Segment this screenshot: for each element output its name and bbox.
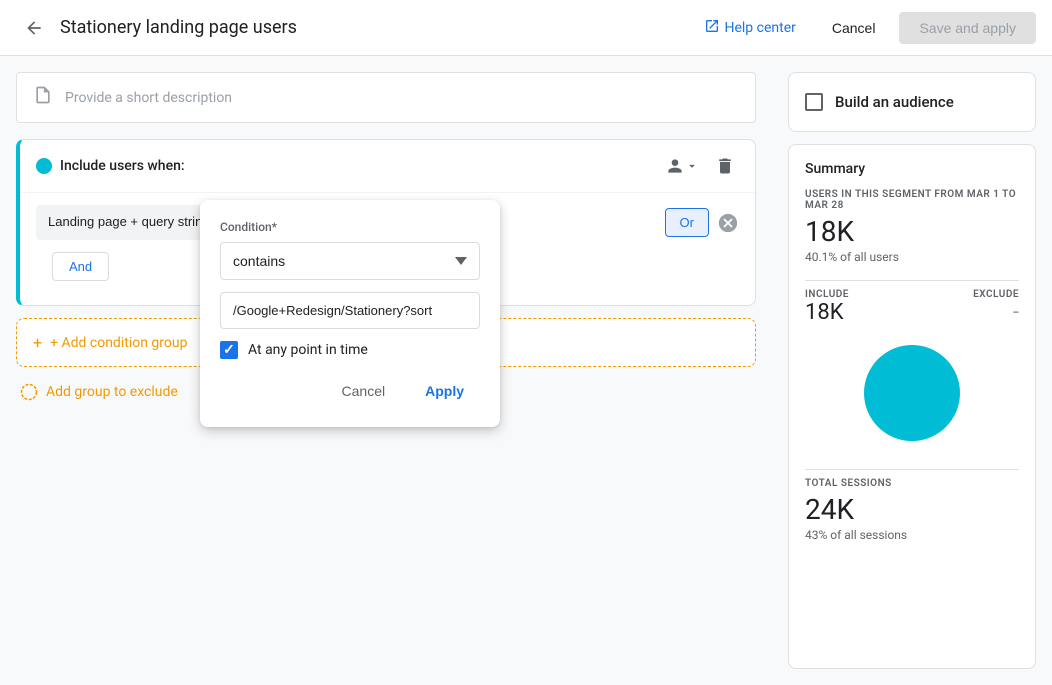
or-button[interactable]: Or — [665, 208, 709, 237]
any-time-row: ✓ At any point in time — [220, 341, 480, 359]
total-sessions-section: TOTAL SESSIONS 24K 43% of all sessions — [805, 478, 1019, 542]
build-audience-card: Build an audience — [788, 72, 1036, 132]
donut-chart — [805, 333, 1019, 453]
and-button[interactable]: And — [52, 252, 109, 281]
back-button[interactable] — [16, 10, 52, 46]
include-exclude-row: INCLUDE 18K EXCLUDE - — [805, 289, 1019, 325]
condition-popup-label: Condition* — [220, 220, 480, 234]
main-layout: Provide a short description Include user… — [0, 56, 1052, 685]
include-label: Include users when: — [36, 158, 185, 174]
condition-group-actions — [661, 152, 739, 180]
divider-1 — [805, 280, 1019, 281]
page-title: Stationery landing page users — [60, 17, 692, 38]
document-icon — [33, 85, 53, 110]
description-bar: Provide a short description — [16, 72, 756, 123]
header: Stationery landing page users Help cente… — [0, 0, 1052, 56]
plus-icon: + — [33, 333, 42, 352]
exclude-col-value: - — [973, 300, 1019, 325]
users-segment-value: 18K — [805, 215, 1019, 248]
header-actions: Help center Cancel Save and apply — [692, 10, 1036, 46]
divider-2 — [805, 469, 1019, 470]
users-segment-label: USERS IN THIS SEGMENT FROM MAR 1 TO MAR … — [805, 189, 1019, 211]
total-sessions-label: TOTAL SESSIONS — [805, 478, 1019, 489]
condition-value-input[interactable] — [220, 292, 480, 329]
description-placeholder[interactable]: Provide a short description — [65, 90, 232, 106]
help-center-link[interactable]: Help center — [692, 10, 807, 46]
exclude-col: EXCLUDE - — [973, 289, 1019, 325]
users-segment-sub: 40.1% of all users — [805, 250, 1019, 264]
summary-title: Summary — [805, 161, 1019, 177]
delete-group-button[interactable] — [711, 152, 739, 180]
any-time-checkbox[interactable]: ✓ — [220, 341, 238, 359]
add-exclude-label: Add group to exclude — [46, 384, 178, 400]
help-center-label: Help center — [724, 20, 795, 36]
condition-select[interactable]: contains does not contain begins with en… — [220, 242, 480, 280]
add-condition-label: + Add condition group — [50, 335, 187, 351]
build-audience-label: Build an audience — [835, 93, 954, 111]
users-segment-section: USERS IN THIS SEGMENT FROM MAR 1 TO MAR … — [805, 189, 1019, 264]
person-icon-btn[interactable] — [661, 152, 703, 180]
external-link-icon — [704, 18, 720, 38]
popup-cancel-button[interactable]: Cancel — [326, 375, 402, 407]
any-time-label: At any point in time — [248, 342, 368, 358]
summary-card: Summary USERS IN THIS SEGMENT FROM MAR 1… — [788, 144, 1036, 669]
popup-apply-button[interactable]: Apply — [409, 375, 480, 407]
dimension-label: Landing page + query string — [48, 214, 210, 231]
save-apply-button[interactable]: Save and apply — [899, 12, 1036, 44]
include-col-label: INCLUDE — [805, 289, 849, 300]
cancel-button[interactable]: Cancel — [816, 12, 892, 44]
exclude-col-label: EXCLUDE — [973, 289, 1019, 300]
include-col-value: 18K — [805, 300, 849, 325]
remove-filter-button[interactable] — [717, 212, 739, 234]
total-sessions-value: 24K — [805, 493, 1019, 526]
build-audience-checkbox[interactable] — [805, 93, 823, 111]
popup-actions: Cancel Apply — [220, 375, 480, 407]
include-col: INCLUDE 18K — [805, 289, 849, 325]
total-sessions-sub: 43% of all sessions — [805, 528, 1019, 542]
include-users-label: Include users when: — [60, 158, 185, 174]
condition-group-header: Include users when: — [20, 140, 755, 193]
include-dot — [36, 158, 52, 174]
right-panel: Build an audience Summary USERS IN THIS … — [772, 56, 1052, 685]
condition-popup: Condition* contains does not contain beg… — [200, 200, 500, 427]
checkmark-icon: ✓ — [223, 342, 235, 358]
